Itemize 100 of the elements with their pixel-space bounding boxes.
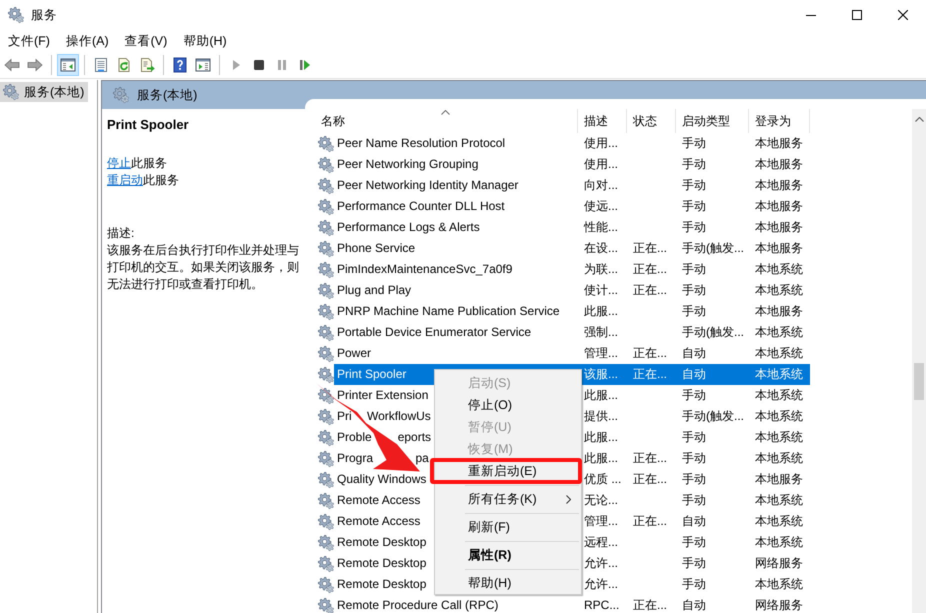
table-cell-text: 正在...	[633, 450, 668, 467]
table-cell-text: 网络服务	[755, 597, 803, 613]
table-cell-text: 管理...	[584, 345, 618, 362]
table-cell-text: 本地系统	[755, 366, 803, 383]
table-cell-text: 此服...	[584, 429, 618, 446]
table-cell-text: 手动	[682, 261, 706, 278]
table-cell-text: 该服...	[584, 366, 618, 383]
service-name: Power	[337, 345, 372, 362]
table-cell-text: 使用...	[584, 156, 618, 173]
table-cell-text: 本地系统	[755, 513, 803, 530]
table-cell-text: 手动	[682, 429, 706, 446]
table-cell-text: 手动	[682, 198, 706, 215]
table-cell-text: 正在...	[633, 240, 668, 257]
table-cell-text: 无论...	[584, 492, 618, 509]
table-cell-text: 本地服务	[755, 177, 803, 194]
table-cell-text: 本地系统	[755, 345, 803, 362]
table-cell-text: 优质 ...	[584, 471, 622, 488]
table-cell-text: 本地服务	[755, 219, 803, 236]
table-cell-text: 此服...	[584, 450, 618, 467]
table-cell-text: 本地服务	[755, 303, 803, 320]
service-name: Performance Logs & Alerts	[337, 219, 480, 236]
service-name: Pri	[337, 408, 352, 425]
table-cell-text: 自动	[682, 513, 706, 530]
table-cell-text: 使远...	[584, 198, 618, 215]
table-cell-text: 本地系统	[755, 429, 803, 446]
table-cell-text: 正在...	[633, 366, 668, 383]
table-cell-text: 手动	[682, 492, 706, 509]
table-cell-text: 正在...	[633, 261, 668, 278]
table-cell-text: 手动	[682, 555, 706, 572]
table-cell-text: 手动	[682, 387, 706, 404]
table-cell-text: RPC...	[584, 597, 620, 613]
table-cell-text: 手动	[682, 177, 706, 194]
table-cell-text: 手动	[682, 282, 706, 299]
table-cell-text: 向对...	[584, 177, 618, 194]
service-name: Plug and Play	[337, 282, 412, 299]
table-cell-text: 手动(触发...	[682, 240, 744, 257]
service-name: Remote Procedure Call (RPC)	[337, 597, 498, 613]
table-cell-text: 本地系统	[755, 282, 803, 299]
table-cell-text: 手动(触发...	[682, 408, 744, 425]
table-cell-text: 本地系统	[755, 324, 803, 341]
table-cell-text: 本地系统	[755, 261, 803, 278]
table-cell-text: 网络服务	[755, 555, 803, 572]
table-cell-text: 自动	[682, 345, 706, 362]
table-cell-text: 本地服务	[755, 240, 803, 257]
table-cell-text: 此服...	[584, 303, 618, 320]
table-cell-text: 为联...	[584, 261, 618, 278]
action-text: 重启动此服务	[107, 172, 179, 189]
service-name: PimIndexMaintenanceSvc_7a0f9	[337, 261, 512, 278]
table-cell-text: 本地服务	[755, 471, 803, 488]
service-name: Remote Access	[337, 513, 420, 530]
table-cell-text: 管理...	[584, 513, 618, 530]
service-name: pa	[416, 450, 429, 467]
service-name: Remote Desktop	[337, 576, 426, 593]
pane-title: 服务(本地)	[137, 88, 198, 102]
table-cell-text: 手动	[682, 576, 706, 593]
table-cell-text: 正在...	[633, 471, 668, 488]
table-cell-text: 本地系统	[755, 576, 803, 593]
service-name: Remote Access	[337, 492, 420, 509]
service-name: Proble	[337, 429, 372, 446]
table-cell-text: 手动	[682, 450, 706, 467]
table-cell-text: 自动	[682, 597, 706, 613]
table-cell-text: 正在...	[633, 597, 668, 613]
service-name: WorkflowUs	[367, 408, 431, 425]
description-label: 描述:	[107, 224, 134, 242]
table-cell-text: 手动	[682, 534, 706, 551]
description-text: 该服务在后台执行打印作业并处理与打印机的交互。如果关闭该服务，则无法进行打印或查看打印机。	[107, 242, 300, 293]
service-name: Performance Counter DLL Host	[337, 198, 505, 215]
table-cell-text: 使用...	[584, 135, 618, 152]
service-title: Print Spooler	[107, 117, 190, 133]
table-cell-text: 允许...	[584, 576, 618, 593]
table-cell-text: 本地系统	[755, 387, 803, 404]
service-name: Phone Service	[337, 240, 416, 257]
table-cell-text: 强制...	[584, 324, 618, 341]
table-cell-text: 性能...	[584, 219, 618, 236]
table-cell-text: 本地系统	[755, 534, 803, 551]
service-name: eports	[398, 429, 432, 446]
service-name: Remote Desktop	[337, 534, 426, 551]
table-cell-text: 本地系统	[755, 450, 803, 467]
service-name: Quality Windows	[337, 471, 426, 488]
table-cell-text: 本地服务	[755, 156, 803, 173]
table-cell-text: 远程...	[584, 534, 618, 551]
table-cell-text: 使计...	[584, 282, 618, 299]
table-cell-text: 本地系统	[755, 408, 803, 425]
service-name: Portable Device Enumerator Service	[337, 324, 532, 341]
table-cell-text: 本地服务	[755, 198, 803, 215]
table-cell-text: 本地系统	[755, 492, 803, 509]
table-cell-text: 允许...	[584, 555, 618, 572]
table-cell-text: 此服...	[584, 387, 618, 404]
table-cell-text: 提供...	[584, 408, 618, 425]
service-name: Print Spooler	[337, 366, 406, 383]
service-name: Progra	[337, 450, 374, 467]
table-cell-text: 正在...	[633, 345, 668, 362]
window-title: 服务	[31, 8, 57, 22]
service-name: Printer Extension	[337, 387, 428, 404]
table-cell-text: 本地服务	[755, 135, 803, 152]
service-name: Remote Desktop	[337, 555, 426, 572]
table-cell-text: 手动	[682, 156, 706, 173]
table-cell-text: 手动	[682, 303, 706, 320]
table-cell-text: 手动	[682, 219, 706, 236]
table-cell-text: 正在...	[633, 513, 668, 530]
